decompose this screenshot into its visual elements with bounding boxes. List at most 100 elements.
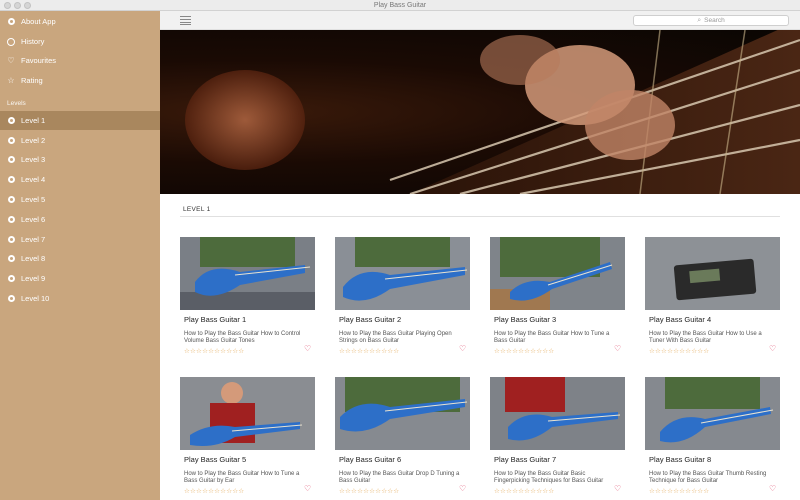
video-card-3[interactable]: Play Bass Guitar 3 How to Play the Bass …: [490, 237, 625, 359]
level-icon: [7, 236, 15, 244]
sidebar-item-label: Level 5: [21, 195, 46, 204]
sidebar-item-label: Level 2: [21, 136, 46, 145]
level-icon: [7, 295, 15, 303]
video-title: Play Bass Guitar 4: [649, 315, 712, 324]
sidebar-item-label: Level 3: [21, 155, 46, 164]
video-description: How to Play the Bass Guitar Playing Open…: [339, 331, 452, 344]
video-thumbnail[interactable]: [645, 377, 780, 450]
sidebar-item-label: Level 7: [21, 235, 46, 244]
sidebar: About App History ♡ Favourites ☆ Rating …: [0, 11, 160, 500]
video-thumbnail[interactable]: [645, 237, 780, 310]
video-title: Play Bass Guitar 5: [184, 455, 247, 464]
video-description: How to Play the Bass Guitar Thumb Restin…: [649, 471, 767, 484]
video-thumbnail[interactable]: [335, 377, 470, 450]
video-description: How to Play the Bass Guitar How to Use a…: [649, 331, 762, 344]
video-card-4[interactable]: Play Bass Guitar 4 How to Play the Bass …: [645, 237, 780, 359]
favourite-heart-icon[interactable]: ♡: [459, 344, 466, 353]
favourite-heart-icon[interactable]: ♡: [769, 344, 776, 353]
sidebar-item-label: Level 8: [21, 254, 46, 263]
rating-stars[interactable]: ☆☆☆☆☆☆☆☆☆☆: [649, 487, 709, 495]
search-icon: ⌕: [697, 16, 702, 24]
video-description: How to Play the Bass Guitar How to Contr…: [184, 331, 301, 344]
sidebar-item-rating[interactable]: ☆ Rating: [0, 71, 160, 90]
sidebar-item-level-2[interactable]: Level 2: [0, 131, 160, 150]
sidebar-item-level-3[interactable]: Level 3: [0, 150, 160, 169]
search-placeholder: Search: [704, 17, 725, 24]
rating-stars[interactable]: ☆☆☆☆☆☆☆☆☆☆: [494, 487, 554, 495]
sidebar-item-level-7[interactable]: Level 7: [0, 230, 160, 249]
rating-stars[interactable]: ☆☆☆☆☆☆☆☆☆☆: [339, 347, 399, 355]
sidebar-item-level-8[interactable]: Level 8: [0, 249, 160, 268]
favourite-heart-icon[interactable]: ♡: [614, 344, 621, 353]
sidebar-item-about-app[interactable]: About App: [0, 12, 160, 31]
heart-icon: ♡: [7, 55, 15, 65]
level-icon: [7, 117, 15, 125]
video-card-8[interactable]: Play Bass Guitar 8 How to Play the Bass …: [645, 377, 780, 499]
sidebar-item-label: Level 6: [21, 215, 46, 224]
level-heading: LEVEL 1: [183, 206, 211, 213]
hero-banner-image: [160, 30, 800, 194]
levels-section-label: Levels: [7, 100, 26, 107]
sidebar-item-level-6[interactable]: Level 6: [0, 210, 160, 229]
clock-icon: [7, 37, 15, 46]
sidebar-item-level-5[interactable]: Level 5: [0, 190, 160, 209]
video-description: How to Play the Bass Guitar How to Tune …: [184, 471, 300, 484]
rating-stars[interactable]: ☆☆☆☆☆☆☆☆☆☆: [184, 487, 244, 495]
video-description: How to Play the Bass Guitar Basic Finger…: [494, 471, 604, 484]
search-input[interactable]: ⌕ Search: [633, 15, 789, 26]
level-icon: [7, 137, 15, 145]
favourite-heart-icon[interactable]: ♡: [304, 344, 311, 353]
guitar-hand-illustration: [185, 30, 800, 194]
favourite-heart-icon[interactable]: ♡: [459, 484, 466, 493]
video-title: Play Bass Guitar 2: [339, 315, 402, 324]
sidebar-item-label: Favourites: [21, 56, 57, 65]
heading-divider: [180, 216, 780, 217]
video-card-2[interactable]: Play Bass Guitar 2 How to Play the Bass …: [335, 237, 470, 359]
sidebar-item-level-10[interactable]: Level 10: [0, 289, 160, 308]
video-thumbnail[interactable]: [335, 237, 470, 310]
video-title: Play Bass Guitar 6: [339, 455, 402, 464]
sidebar-item-label: Level 4: [21, 175, 46, 184]
sidebar-item-label: Level 9: [21, 274, 46, 283]
video-thumbnail[interactable]: [180, 377, 315, 450]
favourite-heart-icon[interactable]: ♡: [304, 484, 311, 493]
sidebar-item-label: History: [21, 37, 45, 46]
level-icon: [7, 275, 15, 283]
favourite-heart-icon[interactable]: ♡: [769, 484, 776, 493]
rating-stars[interactable]: ☆☆☆☆☆☆☆☆☆☆: [649, 347, 709, 355]
favourite-heart-icon[interactable]: ♡: [614, 484, 621, 493]
video-title: Play Bass Guitar 3: [494, 315, 557, 324]
info-icon: [7, 18, 15, 26]
video-card-5[interactable]: Play Bass Guitar 5 How to Play the Bass …: [180, 377, 315, 499]
video-thumbnail[interactable]: [180, 237, 315, 310]
rating-stars[interactable]: ☆☆☆☆☆☆☆☆☆☆: [494, 347, 554, 355]
list-view-icon[interactable]: [180, 16, 191, 25]
video-title: Play Bass Guitar 7: [494, 455, 557, 464]
video-thumbnail[interactable]: [490, 377, 625, 450]
video-card-1[interactable]: Play Bass Guitar 1 How to Play the Bass …: [180, 237, 315, 359]
level-icon: [7, 156, 15, 164]
window-title: Play Bass Guitar: [373, 2, 427, 9]
sidebar-item-label: Level 10: [21, 294, 50, 303]
video-card-7[interactable]: Play Bass Guitar 7 How to Play the Bass …: [490, 377, 625, 499]
sidebar-item-level-4[interactable]: Level 4: [0, 170, 160, 189]
level-icon: [7, 255, 15, 263]
sidebar-item-favourites[interactable]: ♡ Favourites: [0, 51, 160, 70]
sidebar-item-level-9[interactable]: Level 9: [0, 269, 160, 288]
rating-stars[interactable]: ☆☆☆☆☆☆☆☆☆☆: [184, 347, 244, 355]
rating-stars[interactable]: ☆☆☆☆☆☆☆☆☆☆: [339, 487, 399, 495]
level-icon: [7, 216, 15, 224]
sidebar-item-label: About App: [21, 17, 56, 26]
sidebar-item-label: Level 1: [21, 116, 46, 125]
title-bar: Play Bass Guitar: [0, 0, 800, 11]
video-card-6[interactable]: Play Bass Guitar 6 How to Play the Bass …: [335, 377, 470, 499]
video-description: How to Play the Bass Guitar Drop D Tunin…: [339, 471, 460, 484]
level-icon: [7, 196, 15, 204]
video-title: Play Bass Guitar 8: [649, 455, 712, 464]
sidebar-item-history[interactable]: History: [0, 32, 160, 51]
video-title: Play Bass Guitar 1: [184, 315, 247, 324]
sidebar-item-label: Rating: [21, 76, 43, 85]
sidebar-item-level-1[interactable]: Level 1: [0, 111, 160, 130]
video-thumbnail[interactable]: [490, 237, 625, 310]
level-icon: [7, 176, 15, 184]
